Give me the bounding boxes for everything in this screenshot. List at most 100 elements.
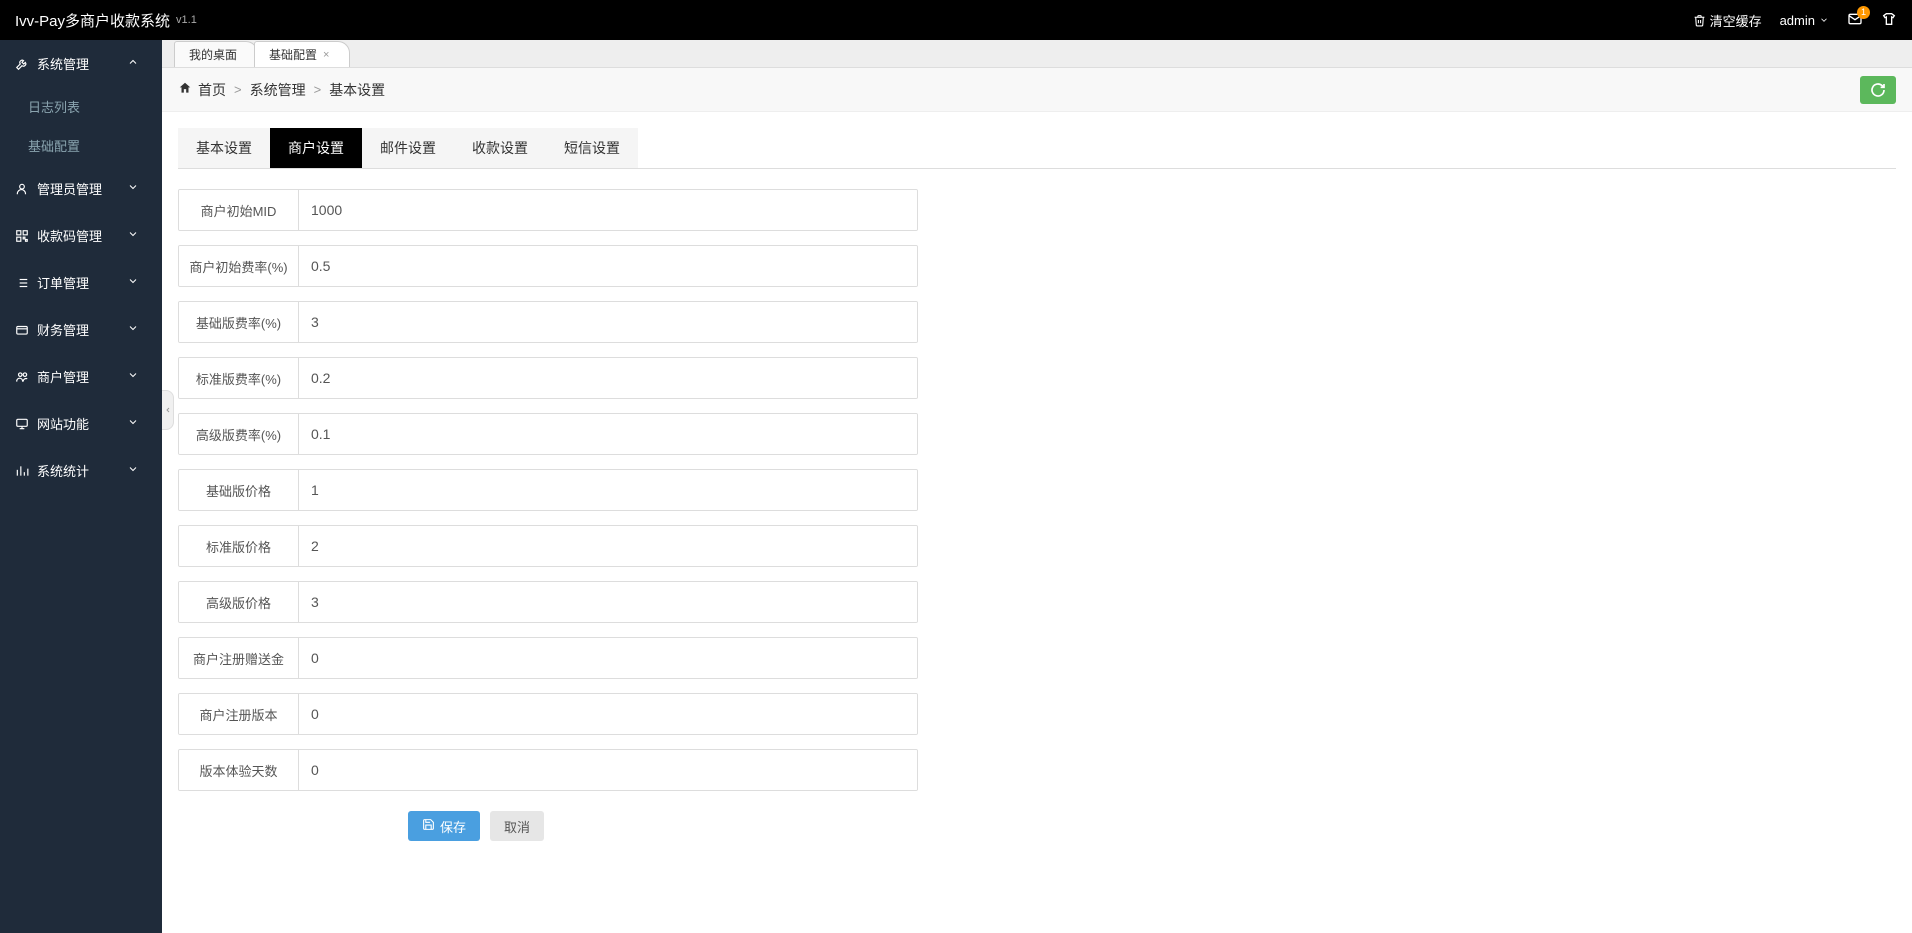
- form-input-0[interactable]: [299, 190, 917, 230]
- breadcrumb-bar: 首页 > 系统管理 > 基本设置: [162, 68, 1912, 112]
- shirt-icon: [1881, 11, 1897, 30]
- sidebar-item-finance[interactable]: 财务管理: [0, 306, 162, 353]
- brand-title: Ivv-Pay多商户收款系统: [15, 10, 170, 31]
- crumb-home[interactable]: 首页: [198, 80, 226, 100]
- form-input-8[interactable]: [299, 638, 917, 678]
- save-label: 保存: [440, 817, 466, 836]
- sidebar-item-qrcode[interactable]: 收款码管理: [0, 212, 162, 259]
- chevron-down-icon: [127, 416, 147, 431]
- sidebar-item-merchant[interactable]: 商户管理: [0, 353, 162, 400]
- crumb-section[interactable]: 系统管理: [250, 80, 306, 100]
- form-row: 高级版价格: [178, 581, 918, 623]
- chevron-down-icon: [127, 181, 147, 196]
- form-input-7[interactable]: [299, 582, 917, 622]
- chevron-down-icon: [127, 275, 147, 290]
- form-input-3[interactable]: [299, 358, 917, 398]
- form-row: 商户注册赠送金: [178, 637, 918, 679]
- app-header: Ivv-Pay多商户收款系统 v1.1 清空缓存 admin 1: [0, 0, 1912, 40]
- monitor-icon: [15, 417, 29, 431]
- form-input-5[interactable]: [299, 470, 917, 510]
- form-label: 标准版价格: [179, 526, 299, 566]
- sidebar-collapse-handle[interactable]: [162, 390, 174, 430]
- wrench-icon: [15, 57, 29, 71]
- form-row: 标准版费率(%): [178, 357, 918, 399]
- sidebar-item-website[interactable]: 网站功能: [0, 400, 162, 447]
- form-input-9[interactable]: [299, 694, 917, 734]
- sidebar-label: 网站功能: [37, 414, 89, 433]
- form-row: 版本体验天数: [178, 749, 918, 791]
- form-label: 版本体验天数: [179, 750, 299, 790]
- crumb-sep: >: [234, 82, 242, 97]
- crumb-sep: >: [314, 82, 322, 97]
- chevron-down-icon: [127, 228, 147, 243]
- sidebar-label: 订单管理: [37, 273, 89, 292]
- chevron-down-icon: [1819, 13, 1829, 28]
- form-input-4[interactable]: [299, 414, 917, 454]
- form-label: 商户注册赠送金: [179, 638, 299, 678]
- chevron-down-icon: [127, 322, 147, 337]
- form-row: 商户初始费率(%): [178, 245, 918, 287]
- form-row: 基础版价格: [178, 469, 918, 511]
- trash-icon: [1693, 14, 1706, 27]
- mail-button[interactable]: 1: [1847, 11, 1863, 30]
- sidebar-item-system[interactable]: 系统管理: [0, 40, 162, 87]
- list-icon: [15, 276, 29, 290]
- form-row: 商户注册版本: [178, 693, 918, 735]
- ctab-mail[interactable]: 邮件设置: [362, 128, 454, 168]
- form-label: 基础版价格: [179, 470, 299, 510]
- ctab-merchant[interactable]: 商户设置: [270, 128, 362, 168]
- form-label: 标准版费率(%): [179, 358, 299, 398]
- refresh-icon: [1870, 82, 1886, 98]
- refresh-button[interactable]: [1860, 76, 1896, 104]
- page-tab-label: 我的桌面: [189, 46, 237, 63]
- chevron-up-icon: [127, 56, 147, 71]
- home-icon: [178, 81, 192, 98]
- clear-cache-button[interactable]: 清空缓存: [1693, 11, 1762, 30]
- user-menu[interactable]: admin: [1780, 13, 1829, 28]
- sidebar-item-stats[interactable]: 系统统计: [0, 447, 162, 494]
- form-label: 商户注册版本: [179, 694, 299, 734]
- form-input-10[interactable]: [299, 750, 917, 790]
- chart-icon: [15, 464, 29, 478]
- content-tabs: 基本设置 商户设置 邮件设置 收款设置 短信设置: [178, 128, 1896, 169]
- form-input-2[interactable]: [299, 302, 917, 342]
- users-icon: [15, 370, 29, 384]
- close-icon[interactable]: ×: [323, 49, 329, 61]
- page-tabs-bar: 我的桌面 基础配置 ×: [162, 40, 1912, 68]
- qrcode-icon: [15, 229, 29, 243]
- form-row: 标准版价格: [178, 525, 918, 567]
- form-label: 基础版费率(%): [179, 302, 299, 342]
- sidebar-label: 收款码管理: [37, 226, 102, 245]
- wallet-icon: [15, 323, 29, 337]
- sidebar-label: 财务管理: [37, 320, 89, 339]
- form-label: 商户初始MID: [179, 190, 299, 230]
- form-label: 高级版价格: [179, 582, 299, 622]
- mail-badge: 1: [1857, 6, 1870, 19]
- cancel-button[interactable]: 取消: [490, 811, 544, 841]
- form-label: 高级版费率(%): [179, 414, 299, 454]
- page-tab-desktop[interactable]: 我的桌面: [174, 41, 258, 67]
- ctab-sms[interactable]: 短信设置: [546, 128, 638, 168]
- form-input-1[interactable]: [299, 246, 917, 286]
- user-name: admin: [1780, 13, 1815, 28]
- form-label: 商户初始费率(%): [179, 246, 299, 286]
- theme-button[interactable]: [1881, 11, 1897, 30]
- sidebar-item-admin[interactable]: 管理员管理: [0, 165, 162, 212]
- sidebar-sub-config[interactable]: 基础配置: [0, 126, 162, 165]
- caret-left-icon: [164, 404, 172, 416]
- sidebar-item-orders[interactable]: 订单管理: [0, 259, 162, 306]
- form-row: 商户初始MID: [178, 189, 918, 231]
- chevron-down-icon: [127, 463, 147, 478]
- ctab-payment[interactable]: 收款设置: [454, 128, 546, 168]
- sidebar-label: 系统统计: [37, 461, 89, 480]
- sidebar-sub-logs[interactable]: 日志列表: [0, 87, 162, 126]
- page-tab-label: 基础配置: [269, 46, 317, 63]
- sidebar: 系统管理 日志列表 基础配置 管理员管理 收款码管理 订单管理 财务管理 商户管…: [0, 40, 162, 933]
- sidebar-label: 系统管理: [37, 54, 89, 73]
- save-button[interactable]: 保存: [408, 811, 480, 841]
- version-label: v1.1: [176, 14, 197, 26]
- ctab-basic[interactable]: 基本设置: [178, 128, 270, 168]
- form-row: 基础版费率(%): [178, 301, 918, 343]
- page-tab-config[interactable]: 基础配置 ×: [254, 41, 350, 67]
- form-input-6[interactable]: [299, 526, 917, 566]
